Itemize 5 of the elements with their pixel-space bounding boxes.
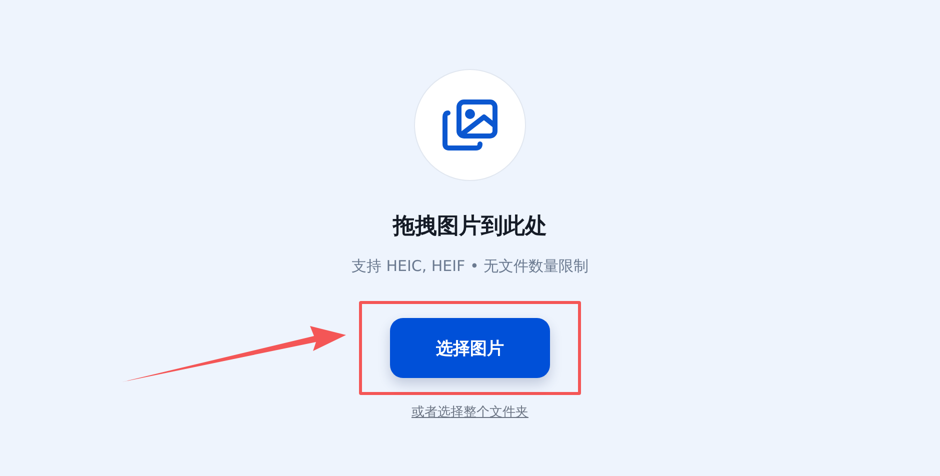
images-icon — [442, 99, 498, 151]
drop-title: 拖拽图片到此处 — [393, 213, 547, 241]
folder-link[interactable]: 或者选择整个文件夹 — [412, 405, 528, 421]
select-images-button[interactable]: 选择图片 — [390, 318, 550, 378]
format-hint: 支持 HEIC, HEIF • 无文件数量限制 — [351, 256, 589, 276]
